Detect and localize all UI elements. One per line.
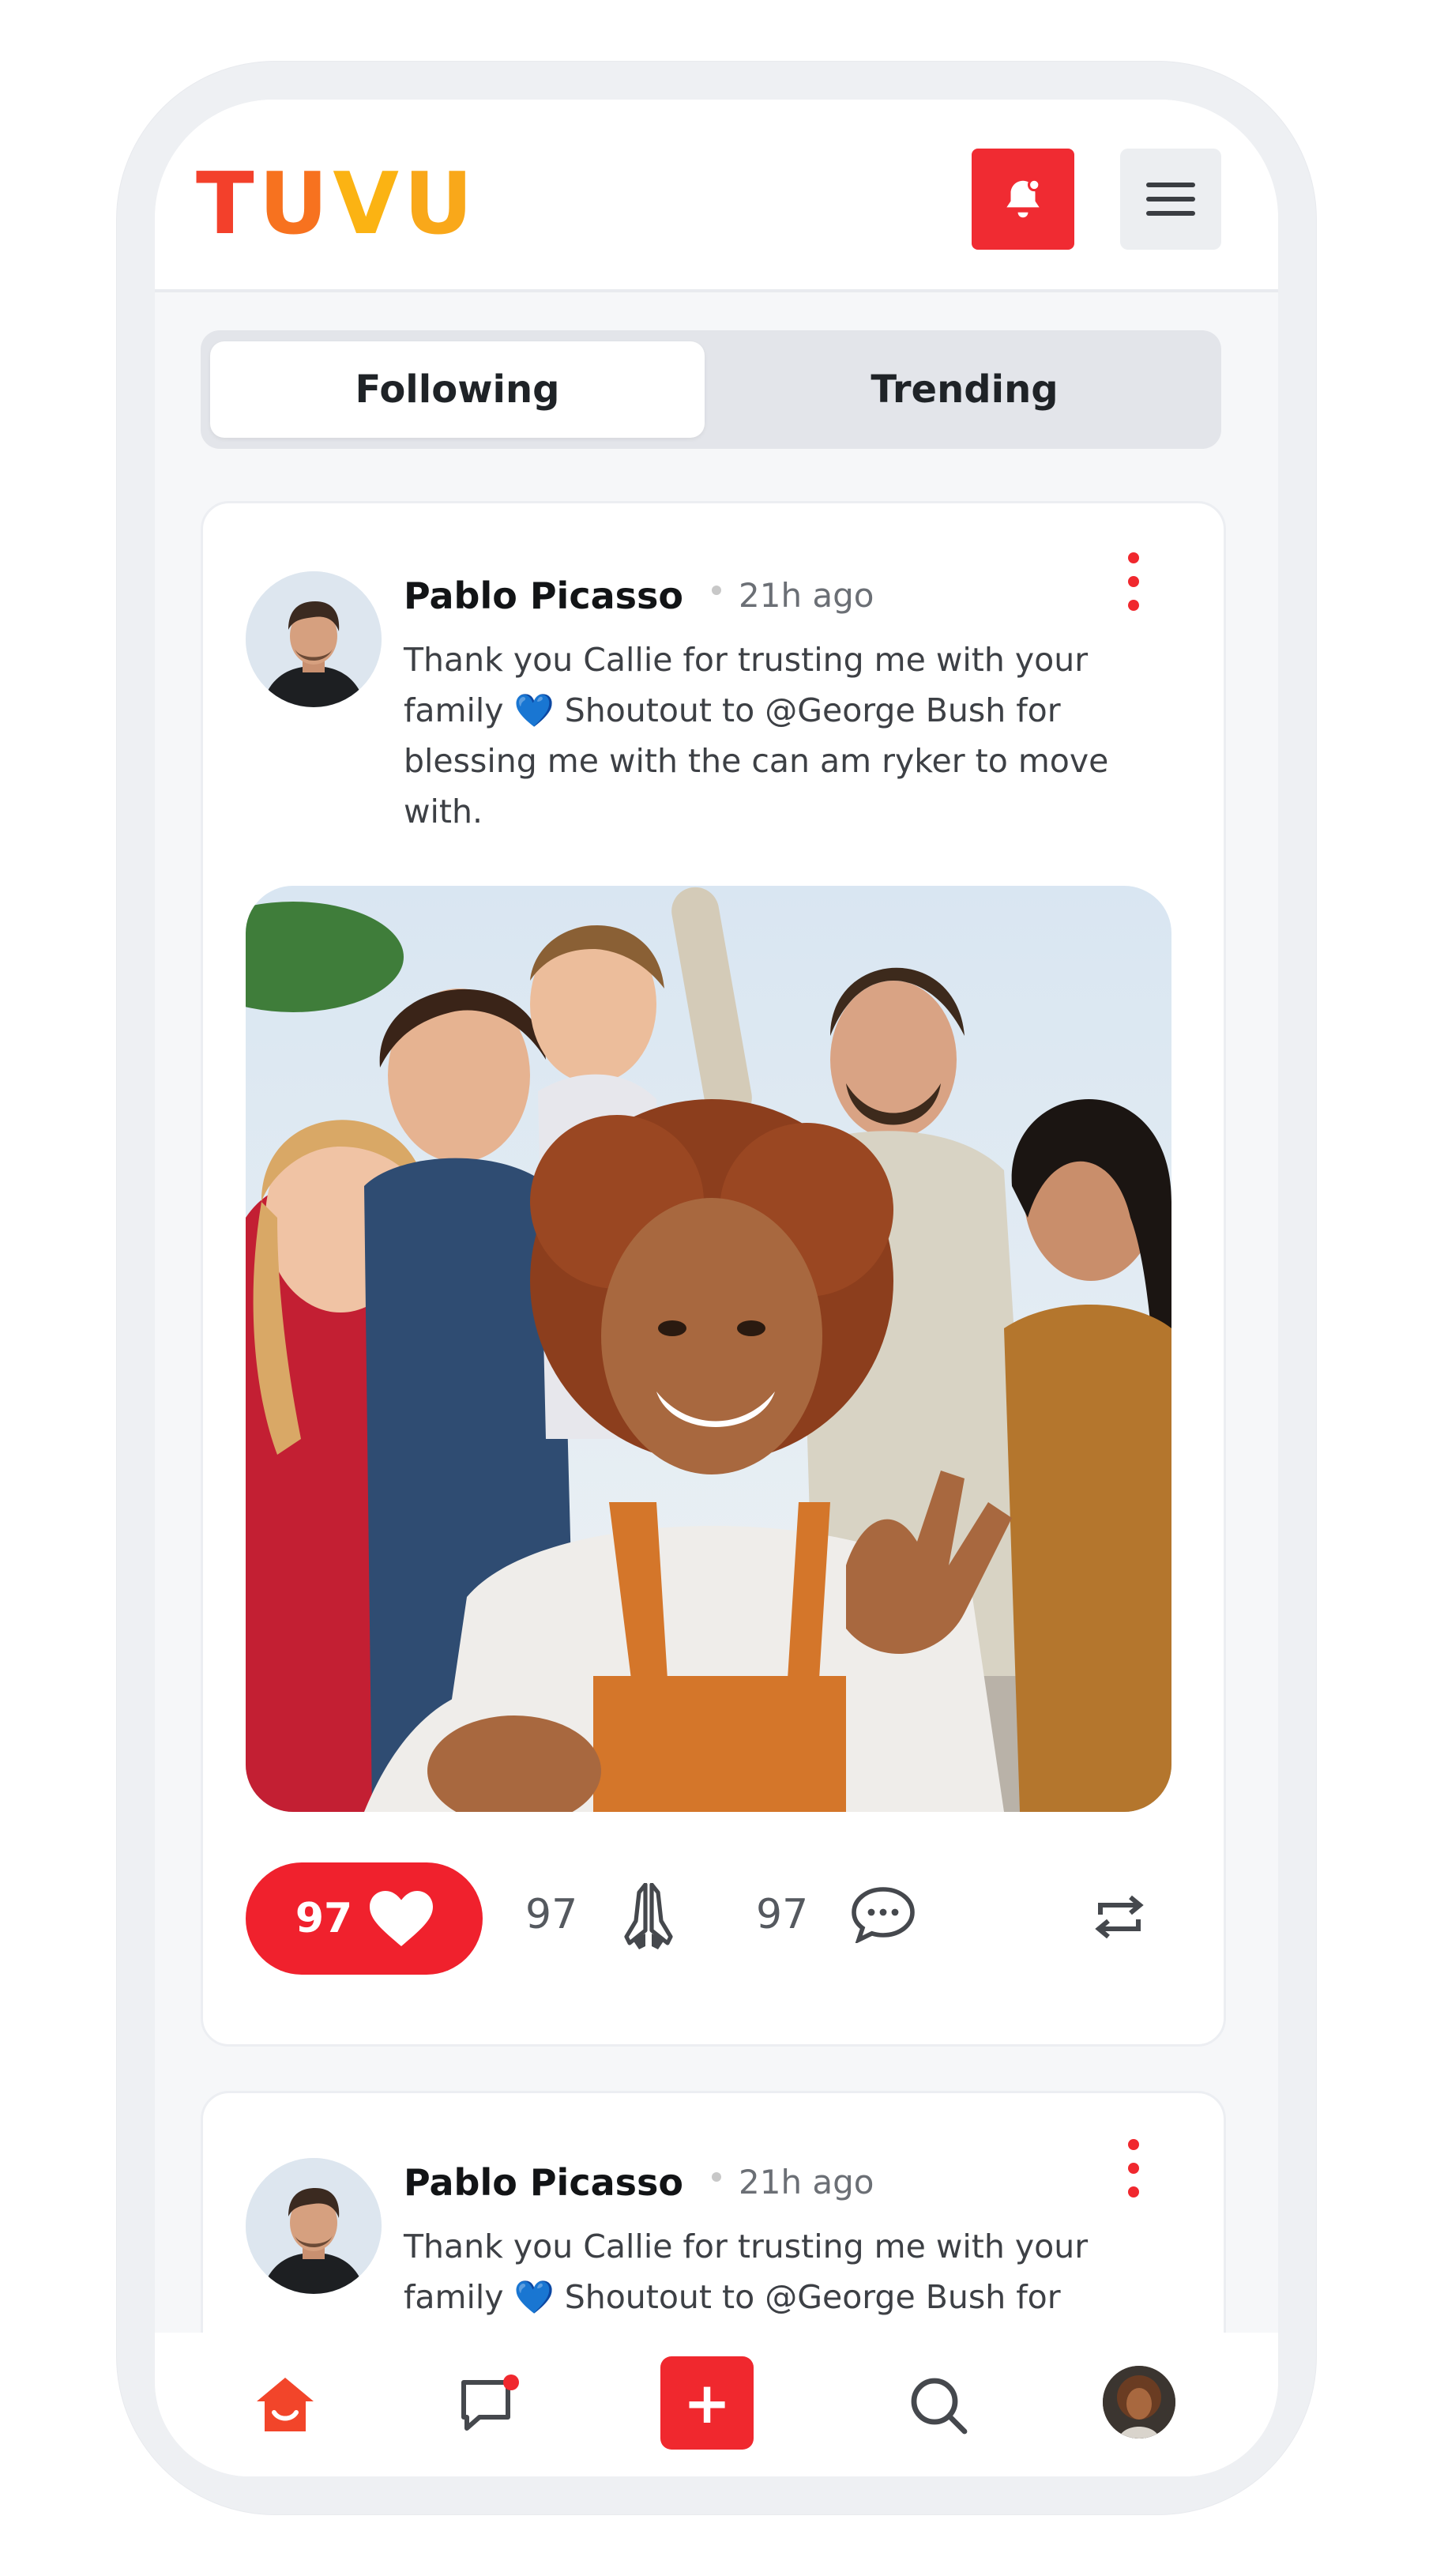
kebab-dot-icon xyxy=(1128,2139,1139,2150)
logo-letter-u: U xyxy=(258,155,333,254)
app-logo[interactable]: TUVU xyxy=(196,155,478,254)
kebab-dot-icon xyxy=(1128,2163,1139,2174)
logo-letter-u2: U xyxy=(403,155,478,254)
profile-avatar-image xyxy=(1103,2366,1175,2439)
tab-trending[interactable]: Trending xyxy=(717,341,1212,438)
comment-count: 97 xyxy=(756,1891,809,1938)
notifications-button[interactable] xyxy=(972,149,1074,250)
author-name[interactable]: Pablo Picasso xyxy=(404,2161,683,2204)
repost-icon[interactable] xyxy=(1091,1892,1148,1941)
app-header: TUVU xyxy=(155,100,1278,292)
pray-count: 97 xyxy=(525,1891,578,1938)
author-name[interactable]: Pablo Picasso xyxy=(404,574,683,617)
hamburger-menu-icon xyxy=(1146,183,1195,216)
blue-heart-emoji: 💙 xyxy=(513,691,555,729)
logo-letter-v: V xyxy=(333,155,404,254)
post-text-part2: Shoutout to @George Bush for xyxy=(554,2278,1061,2316)
feed-tabs: Following Trending xyxy=(201,330,1221,449)
comment-bubble-icon[interactable] xyxy=(851,1886,916,1943)
like-button[interactable]: 97 xyxy=(246,1862,483,1975)
post-text: Thank you Callie for trusting me with yo… xyxy=(404,635,1178,837)
app-screen: TUVU Following Trending Pablo Picasso 21… xyxy=(155,100,1278,2476)
nav-home[interactable] xyxy=(242,2361,329,2448)
notification-bell-icon xyxy=(1006,178,1041,218)
phone-frame: TUVU Following Trending Pablo Picasso 21… xyxy=(117,62,1316,2514)
blue-heart-emoji: 💙 xyxy=(513,2278,555,2316)
post-options-button[interactable] xyxy=(1118,2139,1149,2210)
nav-profile-avatar[interactable] xyxy=(1103,2366,1175,2439)
separator-dot xyxy=(712,586,721,595)
kebab-dot-icon xyxy=(1128,552,1139,563)
kebab-dot-icon xyxy=(1128,576,1139,587)
post-text: Thank you Callie for trusting me with yo… xyxy=(404,2221,1178,2322)
praying-hands-icon[interactable] xyxy=(623,1883,674,1951)
post-options-button[interactable] xyxy=(1118,552,1149,623)
home-icon xyxy=(257,2378,314,2431)
author-avatar[interactable] xyxy=(246,2158,382,2294)
post-time: 21h ago xyxy=(739,2163,874,2201)
like-count: 97 xyxy=(295,1895,353,1942)
kebab-dot-icon xyxy=(1128,600,1139,611)
post-time: 21h ago xyxy=(739,576,874,615)
nav-messages[interactable] xyxy=(447,2361,534,2448)
avatar-portrait xyxy=(246,2158,382,2294)
tab-following[interactable]: Following xyxy=(210,341,705,438)
author-avatar[interactable] xyxy=(246,571,382,707)
group-selfie-image xyxy=(246,886,1171,1812)
post-card: Pablo Picasso 21h ago Thank you Callie f… xyxy=(201,501,1226,2047)
kebab-dot-icon xyxy=(1128,2186,1139,2198)
post-actions: 97 97 97 xyxy=(246,1859,1178,1978)
nav-search[interactable] xyxy=(894,2361,981,2448)
separator-dot xyxy=(712,2172,721,2182)
post-text-part2: Shoutout to @George Bush for blessing me… xyxy=(404,691,1109,830)
heart-icon xyxy=(370,1891,434,1946)
plus-icon: + xyxy=(683,2370,731,2436)
logo-letter-t: T xyxy=(196,155,259,254)
search-icon xyxy=(911,2378,968,2435)
chat-icon xyxy=(461,2375,519,2431)
bottom-navigation: + xyxy=(155,2333,1278,2476)
add-post-button[interactable]: + xyxy=(660,2356,754,2450)
menu-button[interactable] xyxy=(1120,149,1221,250)
post-photo[interactable] xyxy=(246,886,1171,1812)
avatar-portrait xyxy=(246,571,382,707)
